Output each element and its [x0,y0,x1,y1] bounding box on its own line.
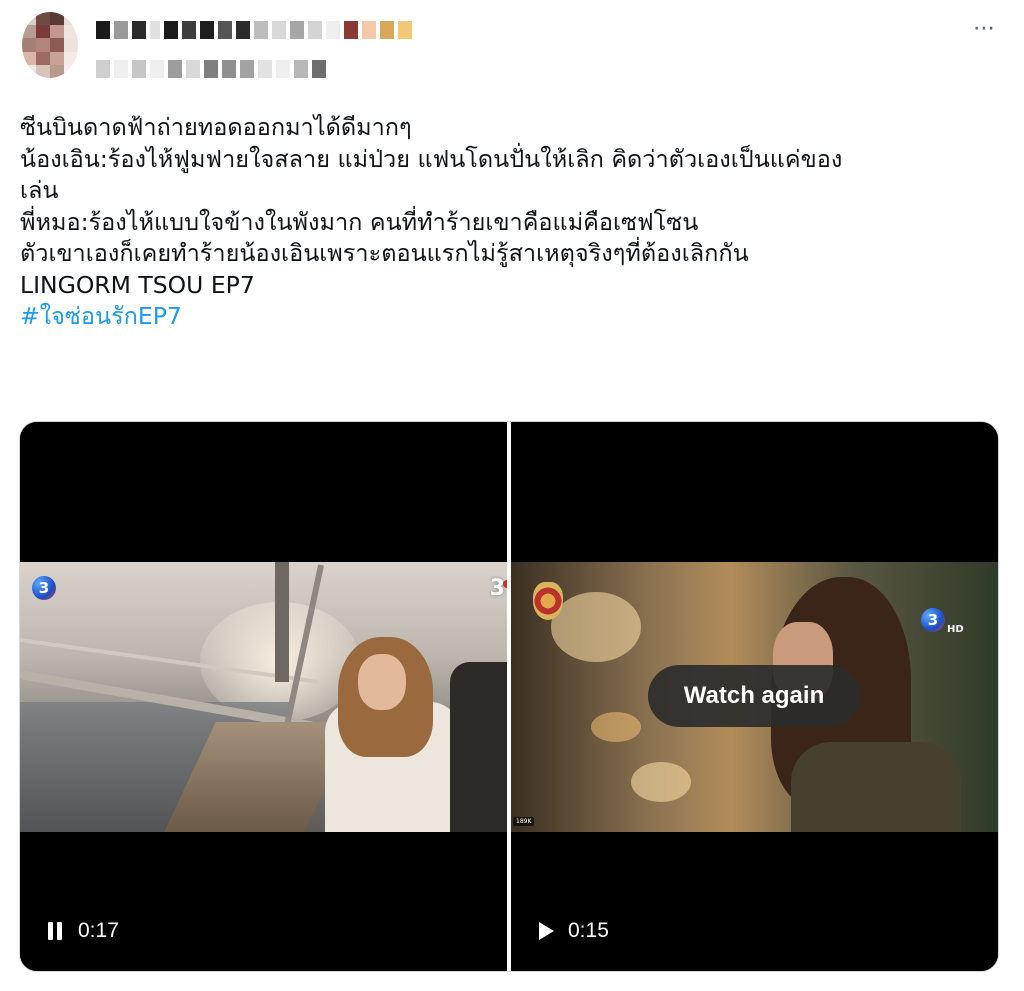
video-controls: 0:17 [48,919,119,943]
hd-label: HD [947,624,964,635]
video-controls: 0:15 [539,919,609,943]
media-grid: 3 3 0:17 3 HD 189K Watch again 0:15 [19,421,999,972]
video-time: 0:17 [78,919,119,942]
play-icon[interactable] [539,922,554,940]
author-handle-obscured[interactable] [96,58,326,80]
view-count-chip: 189K [513,817,535,826]
tweet-text-line: พี่หมอ:ร้องไห้แบบใจข้างในพังมาก คนที่ทำร… [20,207,699,236]
emblem-icon [533,582,563,620]
hashtag-link[interactable]: #ใจซ่อนรักEP7 [20,301,1010,333]
tweet-text: ซีนบินดาดฟ้าถ่ายทอดออกมาได้ดีมากๆ น้องเอ… [20,112,1010,333]
avatar[interactable] [22,12,78,78]
channel-3-watermark: 3 [489,576,505,601]
more-options-icon[interactable]: ⋯ [973,18,996,40]
video-frame[interactable]: 3 3 [20,562,507,832]
channel-3-logo-icon: 3 [921,608,945,632]
tweet-text-line: ตัวเขาเองก็เคยทำร้ายน้องเอินเพราะตอนแรกไ… [20,239,749,267]
tweet-text-line: น้องเอิน:ร้องไห้ฟูมฟายใจสลาย แม่ป่วย แฟน… [20,144,843,173]
video-time: 0:15 [568,919,609,942]
video-player-right[interactable]: 3 HD 189K Watch again 0:15 [511,422,998,971]
video-player-left[interactable]: 3 3 0:17 [20,422,507,971]
author-name-obscured[interactable] [96,16,412,44]
pause-icon[interactable] [48,922,64,940]
tweet-text-line: เล่น [20,176,59,204]
tweet-text-line: ซีนบินดาดฟ้าถ่ายทอดออกมาได้ดีมากๆ [20,113,412,141]
tweet-text-line: LINGORM TSOU EP7 [20,270,255,299]
channel-3-logo-icon: 3 [32,576,56,600]
watch-again-button[interactable]: Watch again [648,665,860,727]
